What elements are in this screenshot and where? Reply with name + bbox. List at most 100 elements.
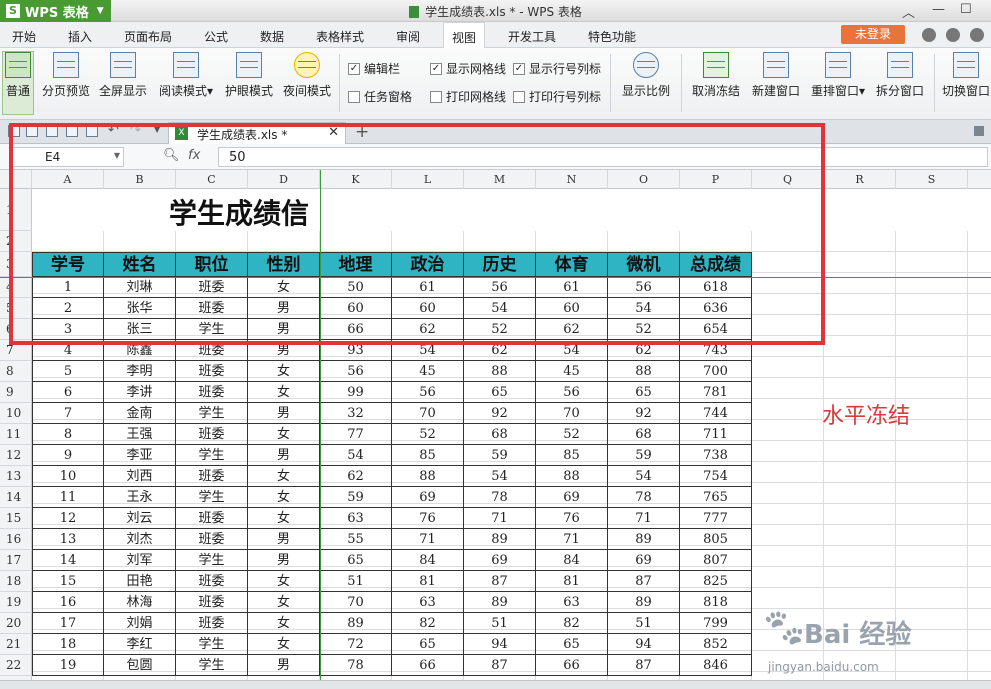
cell-position[interactable]: 班委 — [176, 382, 248, 403]
cell-history[interactable]: 59 — [464, 445, 536, 466]
cell-politics[interactable]: 84 — [392, 550, 464, 571]
cell-student-id[interactable]: 9 — [32, 445, 104, 466]
maximize-icon[interactable]: ☐ — [960, 2, 972, 17]
cell-student-id[interactable]: 16 — [32, 592, 104, 613]
cell-student-id[interactable]: 6 — [32, 382, 104, 403]
cell-geography[interactable]: 78 — [320, 655, 392, 676]
menu-data[interactable]: 数据 — [260, 28, 284, 45]
cell-computer[interactable]: 88 — [608, 361, 680, 382]
cell-computer[interactable]: 87 — [608, 571, 680, 592]
tab-list-icon[interactable] — [974, 126, 984, 136]
cell-history[interactable]: 92 — [464, 403, 536, 424]
cell-gender[interactable]: 女 — [248, 361, 320, 382]
cell-position[interactable]: 班委 — [176, 424, 248, 445]
cell-position[interactable]: 班委 — [176, 571, 248, 592]
cell-name[interactable]: 王永 — [104, 487, 176, 508]
cell-computer[interactable]: 65 — [608, 382, 680, 403]
page-break-preview-button[interactable]: 分页预览 — [40, 52, 92, 99]
cell-politics[interactable]: 65 — [392, 634, 464, 655]
row-header[interactable]: 14 — [0, 487, 32, 508]
cell-total[interactable]: 825 — [680, 571, 752, 592]
cell-pe[interactable]: 69 — [536, 487, 608, 508]
cell-name[interactable]: 刘西 — [104, 466, 176, 487]
cell-total[interactable]: 805 — [680, 529, 752, 550]
cell-geography[interactable]: 99 — [320, 382, 392, 403]
row-header[interactable]: 10 — [0, 403, 32, 424]
cell-name[interactable]: 刘云 — [104, 508, 176, 529]
cell-pe[interactable]: 84 — [536, 550, 608, 571]
cell-history[interactable]: 87 — [464, 571, 536, 592]
cell-name[interactable]: 刘军 — [104, 550, 176, 571]
cell-geography[interactable]: 59 — [320, 487, 392, 508]
row-header[interactable]: 22 — [0, 655, 32, 676]
cell-computer[interactable]: 69 — [608, 550, 680, 571]
cell-geography[interactable]: 62 — [320, 466, 392, 487]
cell-politics[interactable]: 63 — [392, 592, 464, 613]
cell-computer[interactable]: 71 — [608, 508, 680, 529]
cell-history[interactable]: 89 — [464, 592, 536, 613]
arrange-windows-button[interactable]: 重排窗口▾ — [806, 52, 870, 99]
row-header[interactable]: 19 — [0, 592, 32, 613]
cell-gender[interactable]: 女 — [248, 592, 320, 613]
cell-history[interactable]: 71 — [464, 508, 536, 529]
cell-computer[interactable]: 59 — [608, 445, 680, 466]
cell-politics[interactable]: 88 — [392, 466, 464, 487]
column-header[interactable]: S — [896, 170, 968, 189]
cell-position[interactable]: 班委 — [176, 361, 248, 382]
cell-computer[interactable]: 54 — [608, 466, 680, 487]
cell-total[interactable]: 846 — [680, 655, 752, 676]
cell-geography[interactable]: 70 — [320, 592, 392, 613]
night-mode-button[interactable]: 夜间模式 — [281, 52, 333, 99]
cell-geography[interactable]: 32 — [320, 403, 392, 424]
show-headings-checkbox[interactable]: ✓ 显示行号列标 — [513, 60, 601, 77]
cell-student-id[interactable]: 13 — [32, 529, 104, 550]
cell-student-id[interactable]: 15 — [32, 571, 104, 592]
cell-gender[interactable]: 女 — [248, 571, 320, 592]
row-header[interactable]: 21 — [0, 634, 32, 655]
cell-computer[interactable]: 78 — [608, 487, 680, 508]
cell-computer[interactable]: 89 — [608, 592, 680, 613]
menu-view[interactable]: 视图 — [443, 22, 486, 49]
cell-geography[interactable]: 89 — [320, 613, 392, 634]
cell-geography[interactable]: 51 — [320, 571, 392, 592]
cell-position[interactable]: 班委 — [176, 592, 248, 613]
cell-history[interactable]: 88 — [464, 361, 536, 382]
column-header[interactable]: R — [824, 170, 896, 189]
cell-total[interactable]: 700 — [680, 361, 752, 382]
task-pane-checkbox[interactable]: 任务窗格 — [348, 88, 412, 105]
cell-politics[interactable]: 52 — [392, 424, 464, 445]
cell-computer[interactable]: 89 — [608, 529, 680, 550]
menu-developer[interactable]: 开发工具 — [508, 28, 556, 45]
row-header[interactable]: 16 — [0, 529, 32, 550]
cell-geography[interactable]: 54 — [320, 445, 392, 466]
row-header[interactable]: 13 — [0, 466, 32, 487]
cell-pe[interactable]: 88 — [536, 466, 608, 487]
cell-gender[interactable]: 男 — [248, 529, 320, 550]
print-headings-checkbox[interactable]: 打印行号列标 — [513, 88, 601, 105]
cell-pe[interactable]: 65 — [536, 634, 608, 655]
cell-politics[interactable]: 81 — [392, 571, 464, 592]
cell-gender[interactable]: 女 — [248, 382, 320, 403]
cell-name[interactable]: 李明 — [104, 361, 176, 382]
cell-politics[interactable]: 70 — [392, 403, 464, 424]
cell-history[interactable]: 68 — [464, 424, 536, 445]
cell-gender[interactable]: 女 — [248, 487, 320, 508]
cell-position[interactable]: 学生 — [176, 403, 248, 424]
cell-history[interactable]: 94 — [464, 634, 536, 655]
cell-computer[interactable]: 51 — [608, 613, 680, 634]
cell-politics[interactable]: 85 — [392, 445, 464, 466]
row-header[interactable]: 12 — [0, 445, 32, 466]
cell-geography[interactable]: 56 — [320, 361, 392, 382]
cell-total[interactable]: 818 — [680, 592, 752, 613]
zoom-button[interactable]: 显示比例 — [618, 52, 674, 99]
cell-politics[interactable]: 76 — [392, 508, 464, 529]
row-header[interactable]: 9 — [0, 382, 32, 403]
cell-total[interactable]: 711 — [680, 424, 752, 445]
cell-gender[interactable]: 女 — [248, 466, 320, 487]
cell-pe[interactable]: 70 — [536, 403, 608, 424]
row-header[interactable]: 20 — [0, 613, 32, 634]
cell-geography[interactable]: 63 — [320, 508, 392, 529]
cell-name[interactable]: 刘娟 — [104, 613, 176, 634]
cell-name[interactable]: 李讲 — [104, 382, 176, 403]
cell-history[interactable]: 89 — [464, 529, 536, 550]
